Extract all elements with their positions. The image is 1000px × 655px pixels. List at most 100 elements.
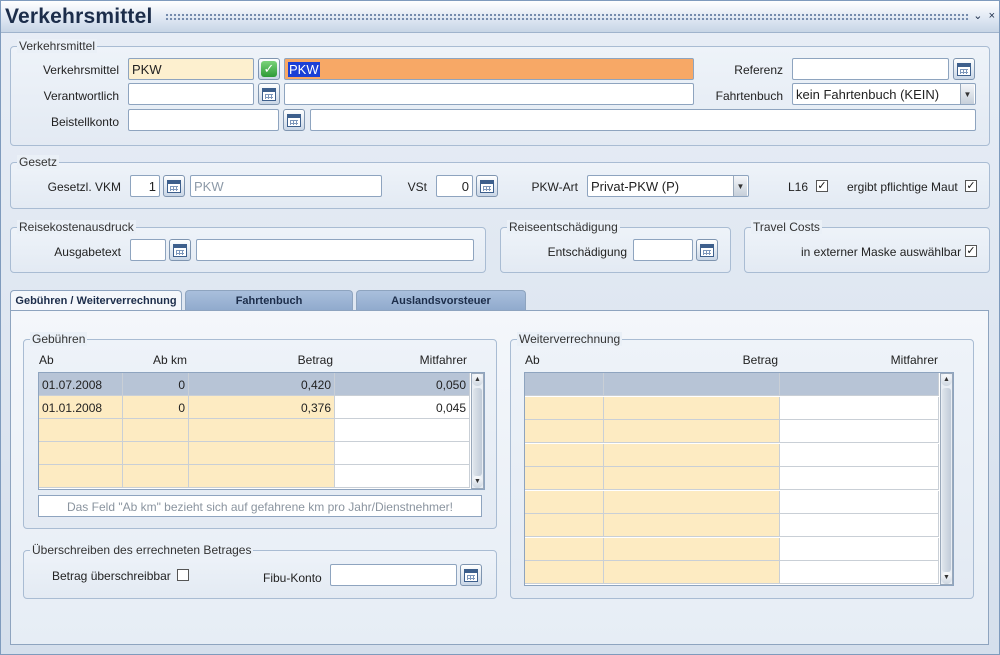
weiter-cell-ab[interactable] (525, 396, 604, 420)
fahrtenbuch-select[interactable]: kein Fahrtenbuch (KEIN) ▼ (792, 83, 976, 105)
weiterverrechnung-scrollbar[interactable]: ▲ ▼ (940, 373, 953, 585)
weiter-cell-betrag[interactable] (604, 561, 780, 584)
gebuehren-cell-betrag[interactable]: 0,376 (189, 396, 335, 419)
gebuehren-cell-ab[interactable] (39, 419, 123, 442)
gebuehren-cell-ab[interactable]: 01.07.2008 (39, 373, 123, 396)
scroll-up-icon[interactable]: ▲ (472, 374, 483, 386)
beistellkonto-code-field[interactable] (128, 109, 279, 131)
restore-icon[interactable]: ⌄ (973, 10, 982, 22)
gebuehren-cell-mitfahrer[interactable] (335, 465, 470, 488)
referenz-field[interactable] (792, 58, 949, 80)
verkehrsmittel-code-field[interactable]: PKW (128, 58, 254, 80)
weiter-cell-betrag[interactable] (604, 396, 780, 420)
maut-label: ergibt pflichtige Maut (847, 180, 958, 194)
weiter-cell-betrag[interactable] (604, 443, 780, 467)
referenz-lookup-button[interactable] (953, 58, 975, 80)
gebuehren-cell-betrag[interactable]: 0,420 (189, 373, 335, 396)
scroll-thumb[interactable] (473, 388, 482, 476)
gebuehren-scrollbar[interactable]: ▲ ▼ (471, 373, 484, 489)
beistellkonto-lookup-button[interactable] (283, 109, 305, 131)
weiter-cell-ab[interactable] (525, 514, 604, 537)
weiter-cell-betrag[interactable] (604, 490, 780, 514)
weiter-cell-mitfahrer[interactable] (780, 443, 939, 467)
gebuehren-cell-abkm[interactable]: 0 (123, 396, 189, 419)
weiter-cell-mitfahrer[interactable] (780, 490, 939, 514)
weiter-cell-ab[interactable] (525, 537, 604, 561)
maut-checkbox[interactable]: ✓ (965, 180, 977, 192)
weiter-cell-betrag[interactable] (604, 420, 780, 443)
chevron-down-icon[interactable]: ▼ (733, 176, 747, 196)
pkwart-label: PKW-Art (531, 180, 578, 194)
gesetzl-vkm-field[interactable]: 1 (130, 175, 160, 197)
tab-fahrtenbuch[interactable]: Fahrtenbuch (185, 290, 353, 311)
fibu-konto-field[interactable] (330, 564, 457, 586)
group-legend: Travel Costs (751, 220, 822, 234)
chevron-down-icon[interactable]: ▼ (960, 84, 974, 104)
weiter-cell-ab[interactable] (525, 467, 604, 490)
tab-auslandsvorsteuer[interactable]: Auslandsvorsteuer (356, 290, 526, 311)
weiter-cell-mitfahrer[interactable] (780, 514, 939, 537)
gebuehren-cell-abkm[interactable] (123, 442, 189, 465)
ausgabetext-field[interactable] (196, 239, 474, 261)
window: Verkehrsmittel ⌄ × Verkehrsmittel Verkeh… (0, 0, 1000, 655)
gebuehren-cell-abkm[interactable] (123, 465, 189, 488)
gebuehren-cell-mitfahrer[interactable] (335, 419, 470, 442)
weiter-cell-betrag[interactable] (604, 373, 780, 396)
weiter-cell-ab[interactable] (525, 443, 604, 467)
gebuehren-cell-ab[interactable]: 01.01.2008 (39, 396, 123, 419)
weiter-cell-betrag[interactable] (604, 467, 780, 490)
gebuehren-cell-abkm[interactable]: 0 (123, 373, 189, 396)
gebuehren-cell-betrag[interactable] (189, 419, 335, 442)
group-legend: Gebühren (30, 332, 88, 346)
weiter-cell-mitfahrer[interactable] (780, 537, 939, 561)
gebuehren-cell-betrag[interactable] (189, 465, 335, 488)
vst-field[interactable]: 0 (436, 175, 473, 197)
weiter-cell-mitfahrer[interactable] (780, 561, 939, 584)
weiter-cell-mitfahrer[interactable] (780, 396, 939, 420)
verantwortlich-lookup-button[interactable] (258, 83, 280, 105)
weiter-cell-ab[interactable] (525, 373, 604, 396)
weiter-cell-ab[interactable] (525, 561, 604, 584)
title-bar: Verkehrsmittel ⌄ × (1, 1, 999, 33)
gebuehren-cell-betrag[interactable] (189, 442, 335, 465)
close-icon[interactable]: × (989, 10, 995, 22)
beistellkonto-name-field[interactable] (310, 109, 976, 131)
verkehrsmittel-check-button[interactable]: ✓ (258, 58, 280, 80)
l16-checkbox[interactable]: ✓ (816, 180, 828, 192)
pkwart-select[interactable]: Privat-PKW (P) ▼ (587, 175, 749, 197)
weiter-cell-ab[interactable] (525, 490, 604, 514)
scroll-thumb[interactable] (942, 388, 951, 572)
gesetzl-vkm-lookup-button[interactable] (163, 175, 185, 197)
gebuehren-cell-mitfahrer[interactable]: 0,045 (335, 396, 470, 419)
weiter-cell-betrag[interactable] (604, 514, 780, 537)
weiter-cell-mitfahrer[interactable] (780, 373, 939, 396)
scroll-down-icon[interactable]: ▼ (941, 572, 952, 584)
scroll-down-icon[interactable]: ▼ (472, 476, 483, 488)
weiter-cell-betrag[interactable] (604, 537, 780, 561)
gebuehren-cell-ab[interactable] (39, 442, 123, 465)
calendar-icon (287, 113, 301, 127)
scroll-up-icon[interactable]: ▲ (941, 374, 952, 386)
weiter-cell-mitfahrer[interactable] (780, 467, 939, 490)
fibu-konto-lookup-button[interactable] (460, 564, 482, 586)
tab-gebuehren[interactable]: Gebühren / Weiterverrechnung (10, 290, 182, 311)
weiter-cell-mitfahrer[interactable] (780, 420, 939, 443)
gebuehren-cell-mitfahrer[interactable]: 0,050 (335, 373, 470, 396)
weiter-cell-ab[interactable] (525, 420, 604, 443)
verantwortlich-name-field[interactable] (284, 83, 694, 105)
betrag-ueberschreibbar-checkbox[interactable] (177, 569, 189, 581)
verkehrsmittel-label: Verkehrsmittel (42, 63, 119, 77)
verkehrsmittel-name-field[interactable]: PKW (284, 58, 694, 80)
gebuehren-cell-ab[interactable] (39, 465, 123, 488)
entschaedigung-field[interactable] (633, 239, 693, 261)
extern-checkbox[interactable]: ✓ (965, 245, 977, 257)
entschaedigung-lookup-button[interactable] (696, 239, 718, 261)
fibu-konto-label: Fibu-Konto (263, 571, 322, 585)
ausgabetext-code-field[interactable] (130, 239, 166, 261)
ausgabetext-lookup-button[interactable] (169, 239, 191, 261)
gesetzl-vkm-name-field[interactable]: PKW (190, 175, 382, 197)
vst-lookup-button[interactable] (476, 175, 498, 197)
gebuehren-cell-abkm[interactable] (123, 419, 189, 442)
verantwortlich-code-field[interactable] (128, 83, 254, 105)
gebuehren-cell-mitfahrer[interactable] (335, 442, 470, 465)
